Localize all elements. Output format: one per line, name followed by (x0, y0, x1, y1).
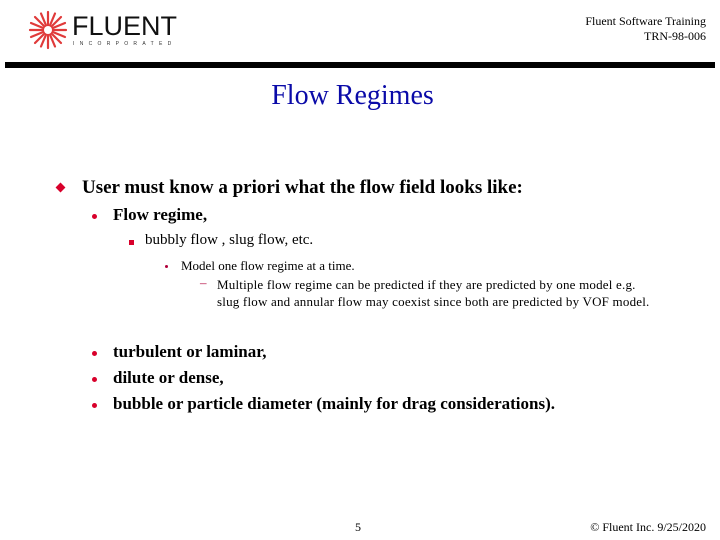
bullet-dilute: dilute or dense, (113, 368, 224, 387)
dot-bullet-icon (92, 403, 97, 408)
course-title: Fluent Software Training (585, 14, 706, 28)
document-code: TRN-98-006 (644, 29, 706, 43)
square-bullet-icon (129, 240, 134, 245)
bullet-turbulent: turbulent or laminar, (113, 342, 267, 361)
header-info: Fluent Software Training TRN-98-006 (585, 14, 706, 44)
bullet-model-one: Model one flow regime at a time. (181, 258, 355, 273)
bullet-examples: bubbly flow , slug flow, etc. (145, 232, 314, 248)
logo-wordmark: FLUENT (72, 11, 178, 41)
dot-bullet-icon (92, 214, 97, 219)
fluent-sunburst-icon (28, 10, 68, 50)
bullet-flow-regime: Flow regime, (113, 205, 208, 224)
page-number: 5 (355, 520, 361, 534)
fluent-logo: FLUENT INCORPORATED (28, 10, 177, 50)
slide-title: Flow Regimes (271, 80, 434, 111)
logo-subtext: INCORPORATED (73, 41, 177, 47)
bullet-diameter: bubble or particle diameter (mainly for … (113, 394, 555, 413)
bullet-multiple: Multiple flow regime can be predicted if… (217, 277, 650, 309)
dot-bullet-icon (92, 377, 97, 382)
header-divider (5, 62, 715, 68)
copyright: © Fluent Inc. 9/25/2020 (590, 520, 706, 534)
bullet-main: User must know a priori what the flow fi… (82, 177, 523, 198)
small-dot-bullet-icon (165, 265, 168, 268)
dot-bullet-icon (92, 351, 97, 356)
diamond-bullet-icon (55, 182, 66, 193)
dash-bullet-icon: – (200, 275, 207, 290)
